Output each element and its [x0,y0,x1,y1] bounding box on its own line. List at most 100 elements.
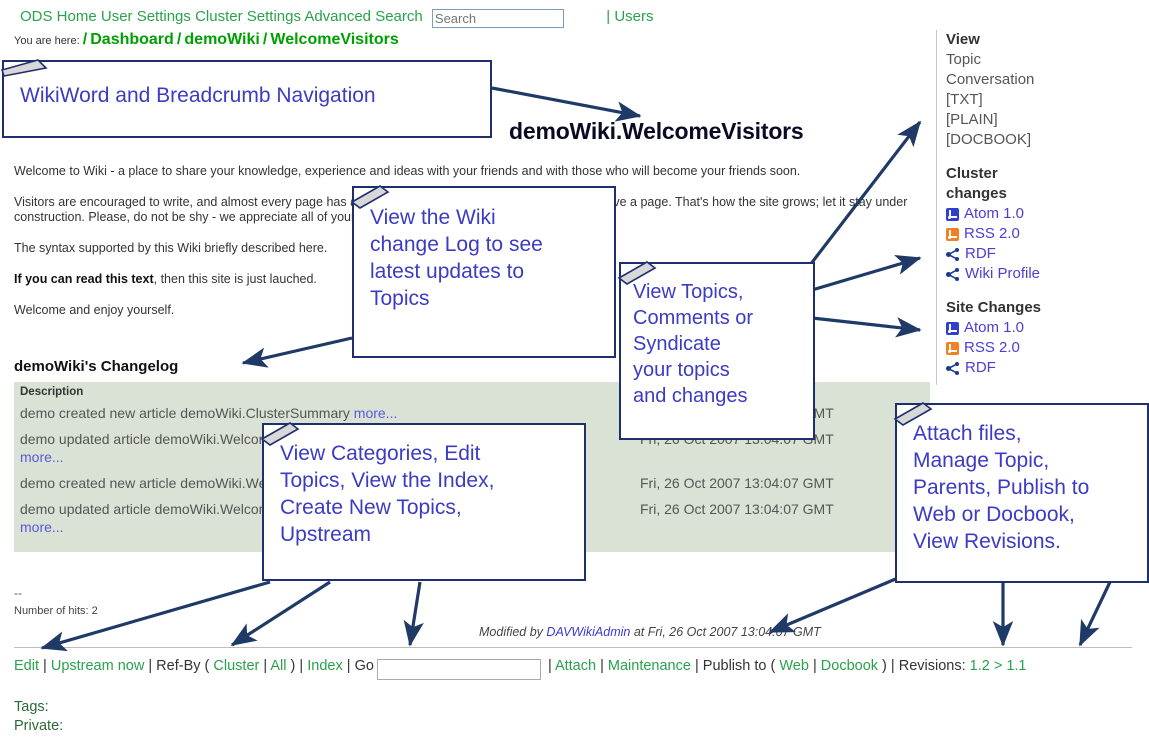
footer-toolbar: Edit | Upstream now | Ref-By ( Cluster |… [14,656,1134,680]
breadcrumb-prefix: You are here: [14,35,80,47]
sidebar-feed-site-rss[interactable]: RSS 2.0 [946,338,1146,358]
search-input[interactable] [431,9,564,28]
sidebar-group-view: View Topic Conversation [TXT] [PLAIN] [D… [946,30,1146,150]
sidebar-feed-label[interactable]: RSS 2.0 [964,338,1020,358]
footer-meta: Tags: Private: [14,698,63,736]
footer-sep: | [600,658,604,674]
hit-counter: Number of hits: 2 [14,605,98,617]
sidebar-feed-wiki-profile[interactable]: Wiki Profile [946,264,1146,284]
sidebar-heading-view: View [946,31,980,48]
changelog-more-link[interactable]: more... [354,405,398,421]
changelog-date: Fri, 26 Oct 2007 13:04:07 GMT [640,501,834,517]
nav-users[interactable]: | Users [606,8,653,25]
sidebar-feed-cluster-atom[interactable]: Atom 1.0 [946,204,1146,224]
footer-cluster-link[interactable]: Cluster [213,658,259,674]
callout-text: View Categories, Edit Topics, View the I… [280,442,495,546]
atom-feed-icon [946,207,959,221]
sidebar-group-cluster-changes: Cluster changes Atom 1.0 RSS 2.0 RDF Wik… [946,164,1146,284]
sidebar-item-conversation[interactable]: Conversation [946,70,1146,90]
callout-text: View the Wiki change Log to see latest u… [370,206,543,310]
breadcrumb-item-dashboard[interactable]: Dashboard [90,31,174,48]
sidebar-feed-label[interactable]: RDF [965,358,996,378]
breadcrumb-item-demowiki[interactable]: demoWiki [184,31,259,48]
footer-maintenance-link[interactable]: Maintenance [608,658,691,674]
modified-line: Modified by DAVWikiAdmin at Fri, 26 Oct … [479,625,821,639]
footer-ref-by-label: Ref-By [156,658,201,674]
footer-go-label: Go [354,658,374,674]
modified-user-link[interactable]: DAVWikiAdmin [546,625,630,639]
sidebar-item-plain[interactable]: [PLAIN] [946,110,1146,130]
footer-revisions-value: 1.2 > 1.1 [969,658,1027,674]
sidebar-item-txt[interactable]: [TXT] [946,90,1146,110]
sidebar-feed-site-atom[interactable]: Atom 1.0 [946,318,1146,338]
footer-web-link[interactable]: Web [779,658,809,674]
nav-user-settings[interactable]: User Settings [101,8,191,25]
footer-docbook-link[interactable]: Docbook [821,658,878,674]
footer-sep: | [890,658,895,674]
callout-wikiword-breadcrumb: WikiWord and Breadcrumb Navigation [0,59,492,138]
sidebar-feed-cluster-rdf[interactable]: RDF [946,244,1146,264]
footer-all-link[interactable]: All [270,658,286,674]
changelog-description-text: demo created new article demoWiki.Cluste… [20,405,350,421]
rss-feed-icon [946,341,959,355]
nav-advanced-search[interactable]: Advanced Search [304,8,422,25]
footer-revisions-label: Revisions: [898,658,966,674]
rdf-icon [946,361,960,375]
footer-index-link[interactable]: Index [307,658,342,674]
footer-sep: | [263,658,268,674]
footer-publish-to-label: Publish to [702,658,767,674]
breadcrumb-separator: / [82,31,88,48]
callout-attach-manage: Attach files, Manage Topic, Parents, Pub… [893,402,1149,583]
changelog-title: demoWiki's Changelog [14,358,179,375]
breadcrumb-separator: / [176,31,182,48]
breadcrumb-item-welcomevisitors[interactable]: WelcomeVisitors [270,31,398,48]
sidebar-item-topic[interactable]: Topic [946,50,1146,70]
sidebar-feed-cluster-rss[interactable]: RSS 2.0 [946,224,1146,244]
footer-paren-close: ) [290,658,296,674]
footer-paren-open: ( [770,658,776,674]
page-title: demoWiki.WelcomeVisitors [509,118,804,144]
nav-ods-home[interactable]: ODS Home [20,8,97,25]
body-paragraph-4-rest: , then this site is just lauched. [153,272,317,286]
sidebar-group-site-changes: Site Changes Atom 1.0 RSS 2.0 RDF [946,298,1146,378]
sidebar-feed-label[interactable]: Wiki Profile [965,264,1040,284]
sidebar-item-docbook[interactable]: [DOCBOOK] [946,130,1146,150]
modified-suffix: at Fri, 26 Oct 2007 13:04:07 GMT [633,625,821,639]
top-navigation-bar: ODS Home User Settings Cluster Settings … [20,8,653,28]
callout-categories-index: View Categories, Edit Topics, View the I… [260,422,586,581]
callout-change-log: View the Wiki change Log to see latest u… [350,185,616,358]
changelog-more-link[interactable]: more... [20,449,64,465]
nav-cluster-settings[interactable]: Cluster Settings [195,8,301,25]
footer-sep: | [346,658,351,674]
changelog-date: Fri, 26 Oct 2007 13:04:07 GMT [640,475,834,491]
footer-paren-open: ( [204,658,210,674]
footer-divider [14,647,1132,648]
rss-feed-icon [946,227,959,241]
sidebar-feed-label[interactable]: Atom 1.0 [964,318,1024,338]
body-paragraph-1: Welcome to Wiki - a place to share your … [14,164,801,178]
footer-sep: | [43,658,47,674]
changelog-more-link[interactable]: more... [20,519,64,535]
right-sidebar: View Topic Conversation [TXT] [PLAIN] [D… [936,30,1146,392]
sidebar-feed-label[interactable]: Atom 1.0 [964,204,1024,224]
private-label: Private: [14,718,64,734]
footer-sep: | [547,658,552,674]
sidebar-feed-label[interactable]: RSS 2.0 [964,224,1020,244]
footer-attach-link[interactable]: Attach [555,658,596,674]
signature-dashes: -- [14,586,22,600]
footer-sep: | [812,658,817,674]
callout-text: Attach files, Manage Topic, Parents, Pub… [913,422,1090,553]
tags-label: Tags: [14,699,49,715]
wiki-page: ODS Home User Settings Cluster Settings … [0,0,1149,738]
footer-sep: | [694,658,699,674]
modified-prefix: Modified by [479,625,543,639]
sidebar-feed-site-rdf[interactable]: RDF [946,358,1146,378]
body-bold-lead: If you can read this text [14,272,154,286]
footer-sep: | [299,658,304,674]
go-input[interactable] [376,658,541,680]
sidebar-feed-label[interactable]: RDF [965,244,996,264]
footer-upstream-now-link[interactable]: Upstream now [51,658,144,674]
sidebar-heading-cluster-changes: Cluster changes [946,165,1007,202]
footer-edit-link[interactable]: Edit [14,658,39,674]
body-paragraph-3-text: The syntax supported by this Wiki briefl… [14,241,328,255]
